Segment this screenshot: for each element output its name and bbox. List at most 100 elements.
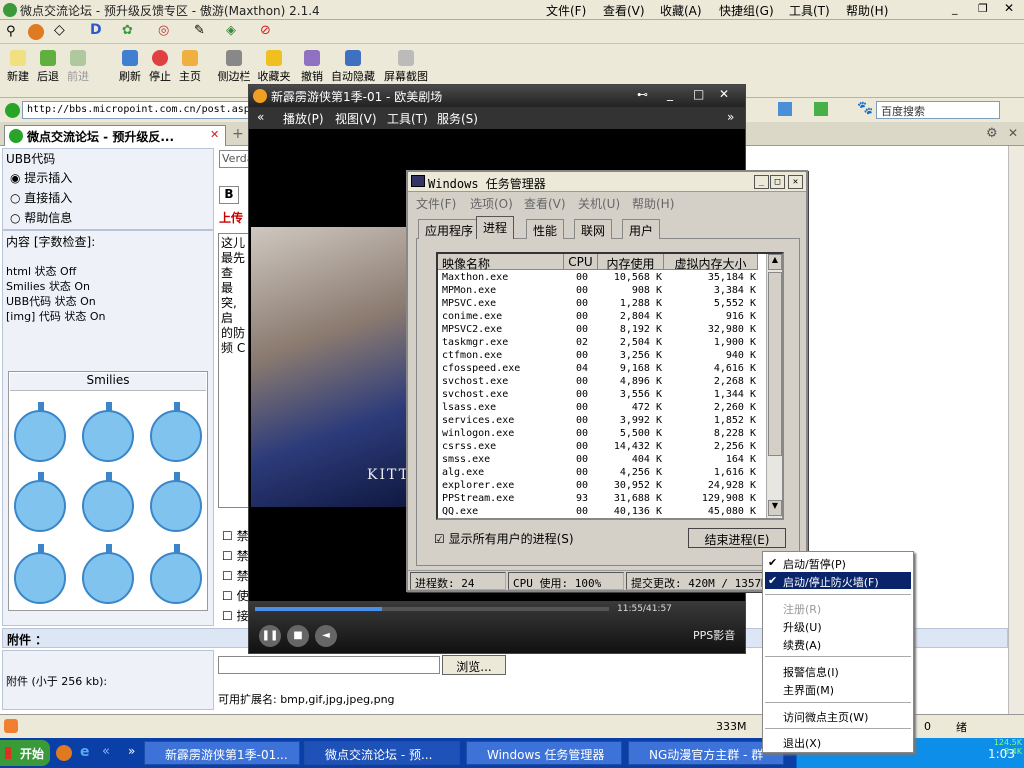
taskmgr-menu-view[interactable]: 查看(V) (524, 195, 566, 212)
smiley-confused[interactable] (82, 402, 134, 462)
list-scrollbar[interactable]: ▲ ▼ (766, 254, 782, 518)
menu-renew[interactable]: 续费(A) (783, 637, 821, 653)
tab-networking[interactable]: 联网 (574, 219, 613, 239)
task-player[interactable]: 新霹雳游侠第1季-01... (144, 741, 300, 765)
volume-icon[interactable]: ◄ (315, 625, 337, 647)
player-menu-view[interactable]: 视图(V) (335, 110, 377, 127)
menu-toggle-firewall[interactable]: 启动/停止防火墙(F) (783, 574, 879, 590)
smiley-grin[interactable] (14, 544, 66, 604)
process-row[interactable]: ctfmon.exe 00 3,256 K 940 K (438, 350, 768, 363)
col-memory[interactable]: 内存使用 (598, 254, 664, 271)
page-scrollbar[interactable] (1008, 146, 1024, 714)
close-tab-icon[interactable]: ✕ (1008, 126, 1018, 140)
process-row[interactable]: MPSVC2.exe 00 8,192 K 32,980 K (438, 324, 768, 337)
process-row[interactable]: svchost.exe 00 3,556 K 1,344 K (438, 389, 768, 402)
player-forward-icon[interactable]: » (727, 110, 734, 124)
process-row[interactable]: conime.exe 00 2,804 K 916 K (438, 311, 768, 324)
process-row[interactable]: smss.exe 00 404 K 164 K (438, 454, 768, 467)
player-menu-service[interactable]: 服务(S) (437, 110, 478, 127)
radio-prompt[interactable]: ◉ 提示插入 (10, 169, 72, 186)
stop-playback-button[interactable]: ■ (287, 625, 309, 647)
col-cpu[interactable]: CPU (564, 254, 598, 270)
process-row[interactable]: QQ.exe 00 40,136 K 45,080 K (438, 506, 768, 519)
restore-button[interactable]: ❐ (978, 2, 988, 15)
scroll-thumb[interactable] (768, 272, 782, 456)
taskmgr-menu-help[interactable]: 帮助(H) (632, 195, 674, 212)
taskmgr-menu-file[interactable]: 文件(F) (416, 195, 456, 212)
minimize-button[interactable]: _ (952, 2, 958, 15)
progress-bar[interactable] (255, 607, 609, 611)
tab-close-icon[interactable]: ✕ (210, 128, 219, 141)
process-row[interactable]: lsass.exe 00 472 K 2,260 K (438, 402, 768, 415)
bold-button[interactable]: B (219, 186, 239, 204)
d-icon[interactable]: D (90, 22, 102, 38)
player-back-icon[interactable]: « (257, 110, 264, 124)
tab-processes[interactable]: 进程 (476, 216, 515, 239)
smiley-smile[interactable] (150, 472, 202, 532)
menu-register[interactable]: 注册(R) (783, 601, 821, 617)
process-row[interactable]: Maxthon.exe 00 10,568 K 35,184 K (438, 272, 768, 285)
undo-button[interactable]: 撤销 (294, 50, 330, 84)
close-button[interactable]: ✕ (1004, 1, 1014, 15)
browse-button[interactable]: 浏览... (442, 655, 506, 675)
run-icon[interactable]: ⚲ (6, 24, 16, 39)
go-icon[interactable] (778, 102, 792, 116)
task-forum[interactable]: 微点交流论坛 - 预... (304, 741, 460, 765)
player-menu-play[interactable]: 播放(P) (283, 110, 324, 127)
address-input[interactable]: http://bbs.micropoint.com.cn/post.asp (22, 101, 252, 119)
smiley-angry[interactable] (82, 544, 134, 604)
menu-file[interactable]: 文件(F) (546, 2, 586, 19)
sidebar-button[interactable]: 侧边栏 (214, 50, 254, 84)
autohide-button[interactable]: 自动隐藏 (328, 50, 378, 84)
menu-tools[interactable]: 工具(T) (789, 2, 830, 19)
firefox-icon[interactable] (28, 24, 44, 40)
process-row[interactable]: taskmgr.exe 02 2,504 K 1,900 K (438, 337, 768, 350)
radio-direct[interactable]: ○ 直接插入 (10, 189, 72, 206)
menu-upgrade[interactable]: 升级(U) (783, 619, 822, 635)
process-row[interactable]: csrss.exe 00 14,432 K 2,256 K (438, 441, 768, 454)
ie-quicklaunch-icon[interactable]: e (80, 744, 90, 760)
radio-help[interactable]: ○ 帮助信息 (10, 209, 72, 226)
font-select[interactable]: Verda (219, 150, 249, 168)
show-all-processes-checkbox[interactable]: ☑ 显示所有用户的进程(S) (434, 530, 574, 547)
pause-button[interactable]: ❚❚ (259, 625, 281, 647)
search-input[interactable]: 百度搜索 (876, 101, 1000, 119)
block-icon[interactable]: ⊘ (260, 23, 271, 38)
video-frame[interactable]: KITT (251, 227, 411, 507)
process-row[interactable]: services.exe 00 3,992 K 1,852 K (438, 415, 768, 428)
option-checkbox-1[interactable]: ☐ 禁 (222, 527, 249, 544)
tab-forum[interactable]: 微点交流论坛 - 预升级反... (4, 125, 226, 146)
smiley-cry[interactable] (82, 472, 134, 532)
process-list[interactable]: 映像名称 CPU 内存使用 虚拟内存大小 Maxthon.exe 00 10,568… (436, 252, 784, 520)
smiley-laugh[interactable] (14, 472, 66, 532)
end-process-button[interactable]: 结束进程(E) (688, 528, 786, 548)
tab-applications[interactable]: 应用程序 (418, 219, 481, 239)
feed-icon[interactable] (814, 102, 828, 116)
process-row[interactable]: cfosspeed.exe 04 9,168 K 4,616 K (438, 363, 768, 376)
menu-exit[interactable]: 退出(X) (783, 735, 821, 751)
task-qqgroup[interactable]: NG动漫官方主群 - 群 (628, 741, 784, 765)
skin-icon[interactable]: ◈ (226, 23, 236, 38)
taskmgr-menu-shutdown[interactable]: 关机(U) (578, 195, 620, 212)
process-row[interactable]: PPStream.exe 93 31,688 K 129,908 K (438, 493, 768, 506)
scroll-down-icon[interactable]: ▼ (768, 500, 782, 516)
col-image-name[interactable]: 映像名称 (438, 254, 564, 271)
col-vm-size[interactable]: 虚拟内存大小 (664, 254, 758, 271)
menu-groups[interactable]: 快捷组(G) (719, 2, 774, 19)
player-mode-icon[interactable]: ⊷ (637, 88, 648, 101)
favorites-button[interactable]: 收藏夹 (254, 50, 294, 84)
menu-help[interactable]: 帮助(H) (846, 2, 888, 19)
settings-icon[interactable]: ⚙ (986, 126, 998, 141)
process-row[interactable]: alg.exe 00 4,256 K 1,616 K (438, 467, 768, 480)
player-maximize-button[interactable]: □ (693, 87, 704, 101)
menu-favorites[interactable]: 收藏(A) (660, 2, 702, 19)
new-tab-icon[interactable]: + (232, 126, 244, 142)
menu-alerts[interactable]: 报警信息(I) (783, 664, 839, 680)
taskmgr-minimize-button[interactable]: _ (754, 175, 769, 189)
player-close-button[interactable]: ✕ (719, 87, 729, 101)
char-check-link[interactable]: [字数检查]: (34, 235, 95, 249)
clear-icon[interactable]: ◇ (54, 22, 65, 38)
option-checkbox-2[interactable]: ☐ 禁 (222, 547, 249, 564)
task-taskmgr[interactable]: Windows 任务管理器 (466, 741, 622, 765)
taskmgr-close-button[interactable]: ✕ (788, 175, 803, 189)
